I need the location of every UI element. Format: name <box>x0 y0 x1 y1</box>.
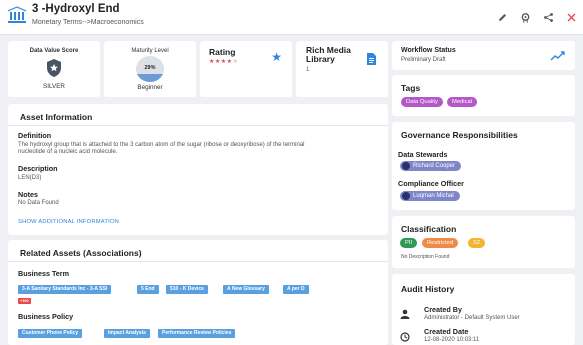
tags-card: Tags Data Quality Medical <box>392 75 575 116</box>
maturity-percent: 29% <box>144 65 156 71</box>
governance-card: Governance Responsibilities Data Steward… <box>392 122 575 210</box>
business-term-chip[interactable]: 510 - K Device <box>166 285 208 294</box>
business-term-chip[interactable]: A New Glossary <box>223 285 269 294</box>
definition-label: Definition <box>18 131 52 140</box>
data-steward-chip[interactable]: Richard Cooper <box>400 161 462 171</box>
library-logo-icon <box>7 6 27 23</box>
classification-note: No Description Found <box>401 254 450 260</box>
workflow-status-card: Workflow Status Preliminary Draft <box>392 41 575 70</box>
business-term-chip[interactable]: 5 End <box>137 285 159 294</box>
share-icon[interactable] <box>543 10 554 22</box>
classification-title: Classification <box>401 224 457 234</box>
definition-text-line2: nucleotide of a nucleic acid molecule. <box>18 149 118 155</box>
rating-label: Rating <box>209 47 236 57</box>
business-policy-chip[interactable]: Performance Review Policies <box>158 329 236 338</box>
user-icon <box>400 309 410 319</box>
notes-text: No Data Found <box>18 200 59 206</box>
rating-stars[interactable]: ★★★★★ <box>209 58 238 65</box>
data-value-score-label: Data Value Score <box>29 48 79 54</box>
edit-pencil-icon[interactable] <box>497 10 508 21</box>
page-header: 3 -Hydroxyl End Monetary Terms-->Macroec… <box>0 0 583 35</box>
close-icon[interactable] <box>566 10 577 22</box>
rich-media-card[interactable]: Rich Media Library 1 <box>296 41 388 97</box>
business-policy-chip[interactable]: Impact Analysis <box>104 329 150 338</box>
trend-chart-icon[interactable] <box>550 51 566 61</box>
audit-history-card: Audit History Created By Administrator -… <box>392 274 575 345</box>
description-text: LEN(D3) <box>18 175 42 181</box>
workflow-status-value: Preliminary Draft <box>401 57 446 63</box>
created-by-label: Created By <box>424 305 462 314</box>
asset-information-title: Asset Information <box>20 112 93 122</box>
user-avatar-icon <box>402 192 410 200</box>
maturity-level-card: Maturity Level 29% Beginner <box>104 41 196 97</box>
more-terms-badge[interactable]: +100 <box>18 298 31 304</box>
rich-media-label: Rich Media Library <box>306 45 351 64</box>
maturity-gauge-fill <box>136 74 164 82</box>
data-stewards-label: Data Stewards <box>398 150 448 159</box>
data-steward-name: Richard Cooper <box>413 163 456 169</box>
tag-chip[interactable]: Medical <box>447 97 477 107</box>
business-policy-chip[interactable]: Customer Phone Policy <box>18 329 83 338</box>
divider <box>8 125 388 126</box>
notes-label: Notes <box>18 190 38 199</box>
data-value-score-card: Data Value Score SILVER <box>8 41 100 97</box>
document-icon <box>367 53 376 65</box>
page-title: 3 -Hydroxyl End <box>32 3 120 15</box>
tag-chip[interactable]: Data Quality <box>401 97 443 107</box>
data-value-score-value: SILVER <box>43 83 65 90</box>
tags-title: Tags <box>401 83 421 93</box>
governance-title: Governance Responsibilities <box>401 130 518 140</box>
rating-card: Rating ★★★★★ ★ <box>200 41 292 97</box>
rating-star-icon[interactable]: ★ <box>233 59 239 65</box>
classification-chip[interactable]: S2 <box>468 238 486 248</box>
audit-history-title: Audit History <box>401 284 455 294</box>
divider <box>8 261 388 262</box>
created-date-label: Created Date <box>424 327 469 336</box>
compliance-officer-label: Compliance Officer <box>398 179 464 188</box>
maturity-level-value: Beginner <box>137 84 163 91</box>
related-assets-card: Related Assets (Associations) Business T… <box>8 240 388 345</box>
show-additional-information-link[interactable]: SHOW ADDITIONAL INFORMATION <box>18 219 119 225</box>
maturity-gauge: 29% <box>136 56 164 82</box>
shield-star-icon <box>47 59 61 77</box>
asset-information-card: Asset Information Definition The hydroxy… <box>8 104 388 235</box>
created-date-value: 12-08-2020 10:03:11 <box>424 337 480 343</box>
user-avatar-icon <box>402 162 410 170</box>
favorite-star-icon[interactable]: ★ <box>271 50 282 64</box>
business-policy-label: Business Policy <box>18 312 74 321</box>
business-term-chip[interactable]: A per D <box>283 285 309 294</box>
compliance-officer-chip[interactable]: Luqman Michal <box>400 191 460 201</box>
business-term-chip[interactable]: 3-A Sanitary Standards Inc - 3-A SSI <box>18 285 112 294</box>
breadcrumb[interactable]: Monetary Terms-->Macroeconomics <box>32 19 144 26</box>
classification-chip[interactable]: Restricted <box>422 238 459 248</box>
classification-chip[interactable]: PII <box>400 238 418 248</box>
related-assets-title: Related Assets (Associations) <box>20 248 142 258</box>
maturity-level-label: Maturity Level <box>131 48 169 54</box>
classification-card: Classification PII Restricted S2 No Desc… <box>392 216 575 268</box>
rich-media-count: 1 <box>306 67 310 73</box>
workflow-status-label: Workflow Status <box>401 47 456 54</box>
clock-icon <box>400 332 410 342</box>
business-term-label: Business Term <box>18 269 69 278</box>
description-label: Description <box>18 164 58 173</box>
compliance-officer-name: Luqman Michal <box>413 193 454 199</box>
badge-settings-icon[interactable] <box>520 10 531 23</box>
created-by-value: Administrator - Default System User <box>424 315 520 321</box>
